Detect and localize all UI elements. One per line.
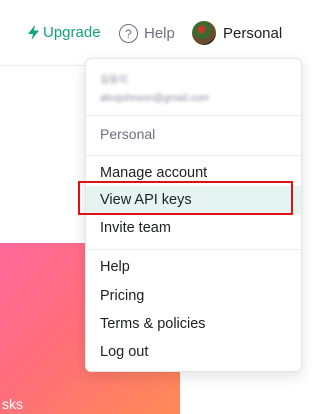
account-label: Personal	[223, 24, 283, 42]
help-label: Help	[144, 25, 175, 42]
log-out-item[interactable]: Log out	[86, 338, 301, 366]
avatar	[192, 21, 216, 45]
lightning-icon	[28, 25, 39, 40]
hero-card-text: sks	[2, 396, 23, 412]
help-item[interactable]: Help	[86, 253, 301, 281]
org-label: Personal	[100, 126, 156, 142]
upgrade-label: Upgrade	[43, 24, 101, 41]
upgrade-button[interactable]: Upgrade	[28, 24, 101, 41]
user-name: 길동이	[100, 75, 128, 86]
help-button[interactable]: ? Help	[119, 24, 175, 43]
terms-policies-item[interactable]: Terms & policies	[86, 310, 301, 338]
help-icon: ?	[119, 24, 138, 43]
menu-divider	[86, 115, 301, 116]
account-menu-button[interactable]: Personal	[192, 21, 282, 45]
account-dropdown-menu: 길동이 alexjohnson@gmail.com Personal Manag…	[85, 58, 302, 372]
top-bar: Upgrade ? Help Personal	[0, 0, 305, 66]
highlight-box	[78, 181, 293, 215]
user-email: alexjohnson@gmail.com	[100, 93, 210, 104]
menu-divider	[86, 249, 301, 250]
menu-divider	[86, 155, 301, 156]
invite-team-item[interactable]: Invite team	[86, 214, 301, 242]
pricing-item[interactable]: Pricing	[86, 282, 301, 310]
